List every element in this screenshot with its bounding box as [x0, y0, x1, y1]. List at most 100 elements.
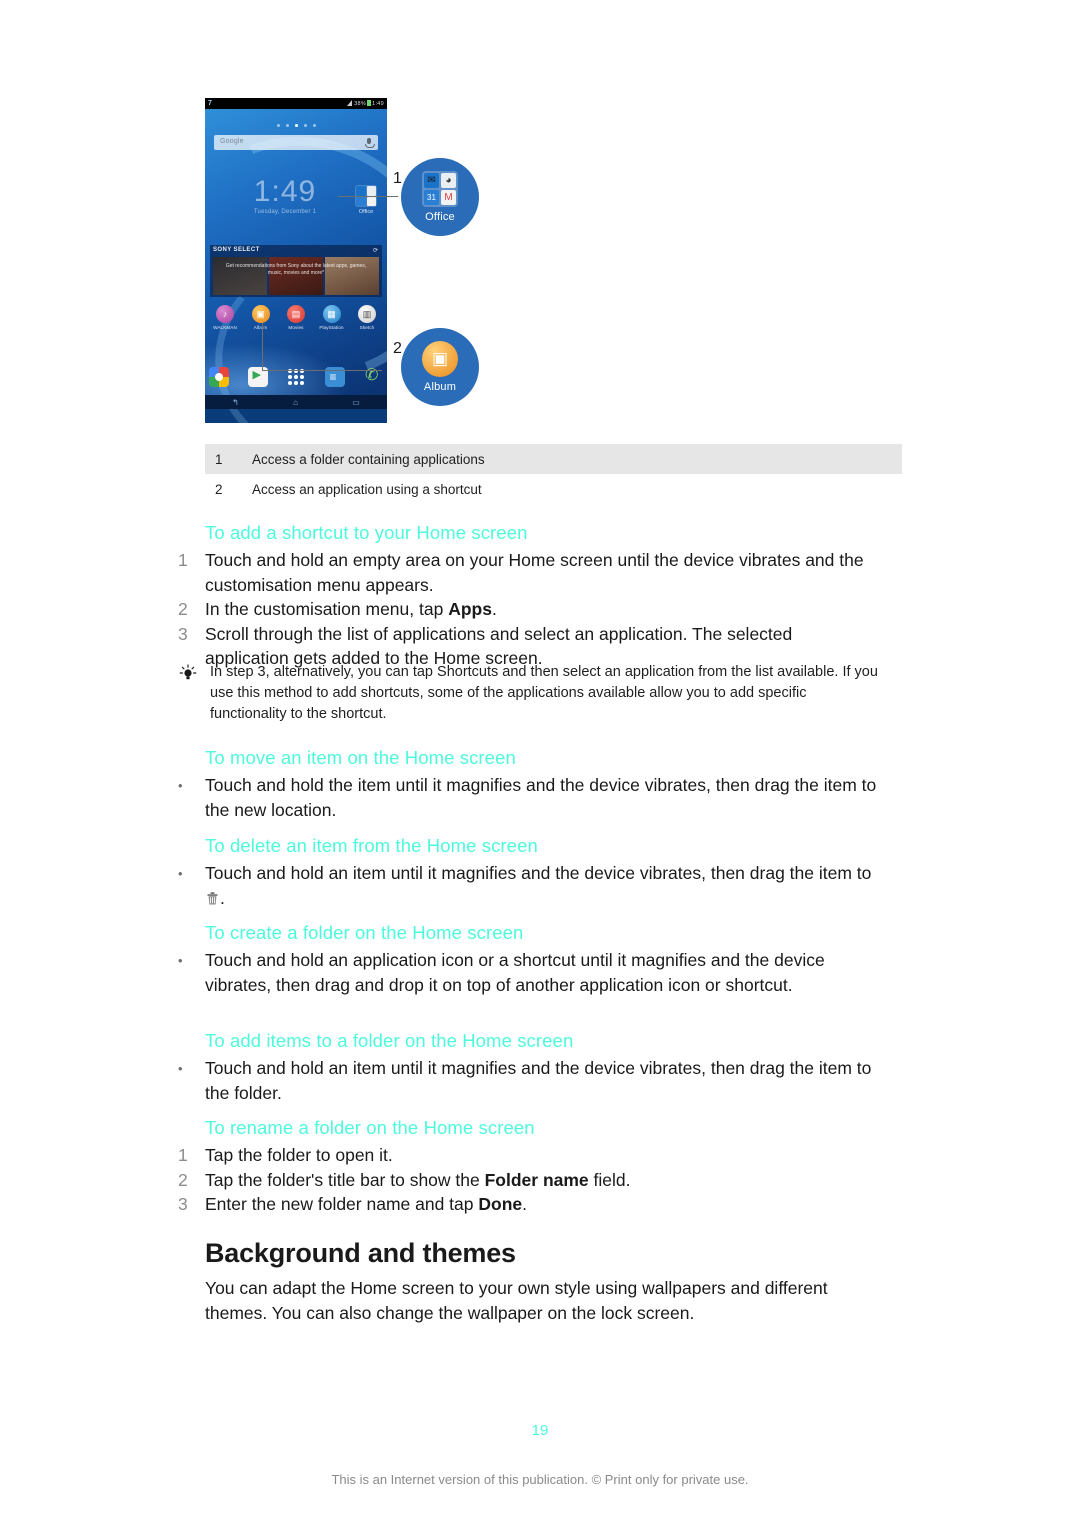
- list-text-pre: In the customisation menu, tap: [205, 599, 449, 619]
- list-text-post: .: [522, 1194, 527, 1214]
- microphone-icon[interactable]: [365, 138, 375, 148]
- calendar-icon: 31: [424, 190, 439, 205]
- heading-add-shortcut: To add a shortcut to your Home screen: [205, 522, 528, 543]
- app-walkman[interactable]: ♪ WALKMAN: [209, 305, 241, 330]
- list-text: Tap the folder to open it.: [205, 1145, 393, 1165]
- emphasis-folder-name: Folder name: [484, 1169, 589, 1190]
- phone-status-bar: 7 38% 1:49: [205, 98, 387, 109]
- page-indicator: [205, 114, 387, 132]
- status-bar-right: 38% 1:49: [347, 100, 384, 108]
- app-label: Movies: [288, 325, 304, 330]
- list-bullet: •: [178, 778, 183, 793]
- tip-bulb-container: [178, 662, 210, 725]
- list-rename-folder: 1 Tap the folder to open it. 2 Tap the f…: [178, 1143, 878, 1217]
- navigation-bar: ↰ ⌂ ▭: [205, 395, 387, 409]
- movies-icon: ▤: [287, 305, 305, 323]
- clock-date: Tuesday, December 1: [253, 209, 317, 215]
- page-dot: [285, 124, 289, 127]
- list-text-post: field.: [588, 1169, 631, 1190]
- wallpaper: Google 1:49 Tuesday, December 1 Office S…: [205, 98, 387, 423]
- status-bar-left-icon: 7: [208, 100, 212, 107]
- heading-delete-item: To delete an item from the Home screen: [205, 835, 538, 856]
- app-label: WALKMAN: [213, 325, 237, 330]
- callout-number-1: 1: [393, 170, 402, 187]
- list-item: • Touch and hold the item until it magni…: [178, 773, 878, 822]
- list-bullet: •: [178, 1061, 183, 1076]
- callout-folder-grid: ✉ ◕ 31 M: [422, 171, 458, 207]
- list-text: Touch and hold an empty area on your Hom…: [205, 550, 864, 595]
- google-search-bar[interactable]: Google: [214, 135, 378, 150]
- callout-office-folder: ✉ ◕ 31 M Office: [401, 158, 479, 236]
- list-add-items-folder: • Touch and hold an item until it magnif…: [178, 1056, 878, 1105]
- clock-widget[interactable]: 1:49 Tuesday, December 1: [215, 177, 355, 216]
- gmail-icon: M: [441, 190, 456, 205]
- callout-leader-line: [338, 196, 410, 197]
- list-marker: 1: [178, 1145, 188, 1165]
- list-item: 2 In the customisation menu, tap Apps.: [178, 597, 878, 622]
- app-sketch[interactable]: ▥ Sketch: [351, 305, 383, 330]
- email-icon: ✉: [424, 173, 439, 188]
- list-marker: 1: [178, 550, 188, 570]
- callout-album-shortcut: ▣ Album: [401, 328, 479, 406]
- playstation-glyph: ▦: [327, 308, 336, 319]
- tip-box: In step 3, alternatively, you can tap Sh…: [178, 662, 883, 725]
- calendar-icon: [356, 196, 366, 206]
- list-text: Tap the folder's title bar to show the F…: [205, 1168, 878, 1193]
- office-folder-icon[interactable]: Office: [353, 185, 379, 215]
- list-marker: 2: [178, 1169, 188, 1190]
- list-text-pre: Touch and hold an item until it magnifie…: [205, 863, 872, 883]
- page-dot: [276, 124, 280, 127]
- signal-icon: [347, 100, 353, 106]
- heading-move-item: To move an item on the Home screen: [205, 747, 516, 768]
- list-text: Touch and hold an item until it magnifie…: [205, 861, 878, 910]
- list-marker: 3: [178, 1194, 188, 1214]
- clock-icon: ◕: [441, 173, 456, 188]
- recents-icon[interactable]: ▭: [352, 398, 360, 407]
- app-row: ♪ WALKMAN ▣ Album ▤ Movies ▦ PlayStation…: [209, 305, 383, 330]
- refresh-icon[interactable]: ⟳: [373, 247, 378, 254]
- album-icon: ▣: [422, 341, 458, 377]
- app-movies[interactable]: ▤ Movies: [280, 305, 312, 330]
- email-icon: [356, 186, 366, 196]
- list-delete-item: • Touch and hold an item until it magnif…: [178, 861, 878, 910]
- album-icon: ▣: [251, 305, 270, 323]
- list-item: • Touch and hold an item until it magnif…: [178, 1056, 878, 1105]
- heading-add-items-folder: To add items to a folder on the Home scr…: [205, 1030, 574, 1051]
- app-album[interactable]: ▣ Album: [245, 305, 277, 330]
- home-icon[interactable]: ⌂: [293, 398, 298, 407]
- status-bar-time: 1:49: [372, 101, 384, 107]
- walkman-glyph: ♪: [222, 308, 228, 319]
- chrome-icon[interactable]: [209, 367, 229, 387]
- page-number: 19: [531, 1422, 549, 1439]
- list-create-folder: • Touch and hold an application icon or …: [178, 948, 878, 997]
- list-text: Touch and hold the item until it magnifi…: [205, 775, 877, 820]
- sony-select-widget[interactable]: SONY SELECT ⟳ Get recommendations from S…: [210, 245, 382, 297]
- table-row: 2 Access an application using a shortcut: [205, 474, 902, 504]
- footer-note: This is an Internet version of this publ…: [331, 1472, 749, 1487]
- list-text-pre: Tap the folder's title bar to show the: [205, 1169, 485, 1190]
- battery-icon: [367, 100, 372, 106]
- list-item: 2 Tap the folder's title bar to show the…: [178, 1168, 878, 1193]
- sony-select-title: SONY SELECT: [213, 247, 260, 253]
- list-marker: 2: [178, 599, 188, 619]
- list-text-post: .: [220, 887, 225, 908]
- list-bullet: •: [178, 953, 183, 968]
- emphasis-apps: Apps: [448, 599, 492, 619]
- app-drawer-dots: [288, 369, 304, 385]
- figure-legend-table: 1 Access a folder containing application…: [205, 444, 902, 504]
- table-row: 1 Access a folder containing application…: [205, 444, 902, 474]
- back-icon[interactable]: ↰: [232, 398, 239, 407]
- callout-label: Album: [423, 381, 457, 393]
- list-item: • Touch and hold an item until it magnif…: [178, 861, 878, 910]
- list-text: Enter the new folder name and tap Done.: [205, 1192, 878, 1217]
- sony-select-body: Get recommendations from Sony about the …: [225, 263, 367, 276]
- app-playstation[interactable]: ▦ PlayStation: [316, 305, 348, 330]
- tip-text: In step 3, alternatively, you can tap Sh…: [210, 664, 878, 722]
- phone-screenshot: 7 38% 1:49 Google 1:49 Tuesday, December …: [205, 98, 387, 423]
- page-title-background-themes: Background and themes: [205, 1238, 516, 1268]
- lightbulb-icon: [179, 664, 197, 680]
- legend-number: 2: [215, 481, 223, 497]
- legend-text: Access a folder containing applications: [252, 451, 485, 467]
- callout-leader-line: [262, 370, 382, 371]
- page-dot-active: [294, 124, 298, 127]
